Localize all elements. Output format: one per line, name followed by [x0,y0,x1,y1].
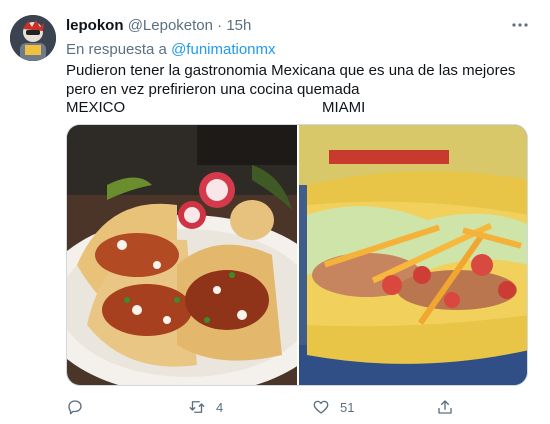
separator-dot: · [217,17,223,34]
more-icon[interactable] [508,14,532,36]
tweet[interactable]: lepokon @Lepoketon · 15h En respuesta a … [0,0,550,424]
photo-miami[interactable] [299,125,528,386]
like-button[interactable]: 51 [312,396,354,418]
timestamp[interactable]: 15h [226,17,251,34]
tweet-media[interactable] [66,124,528,386]
retweet-count: 4 [216,399,224,415]
share-button[interactable] [436,396,454,418]
tweet-actions: 4 51 [66,396,466,418]
tweet-header: lepokon @Lepoketon · 15h [66,17,251,34]
reply-button[interactable] [66,396,94,418]
author-name[interactable]: lepokon [66,17,124,34]
tweet-text: Pudieron tener la gastronomia Mexicana q… [66,62,516,98]
author-handle[interactable]: @Lepoketon [128,17,213,34]
like-icon [313,400,329,414]
like-count: 51 [340,399,355,415]
label-mexico: MEXICO [66,99,126,116]
label-miami: MIAMI [322,99,366,116]
share-icon [438,400,452,414]
reply-context: En respuesta a @funimationmx [66,41,276,58]
avatar[interactable] [10,15,56,61]
retweet-button[interactable]: 4 [188,396,223,418]
reply-mention-link[interactable]: @funimationmx [171,41,275,58]
retweet-icon [189,401,205,413]
reply-icon [68,400,82,415]
photo-mexico[interactable] [67,125,337,386]
reply-prefix: En respuesta a [66,41,167,58]
